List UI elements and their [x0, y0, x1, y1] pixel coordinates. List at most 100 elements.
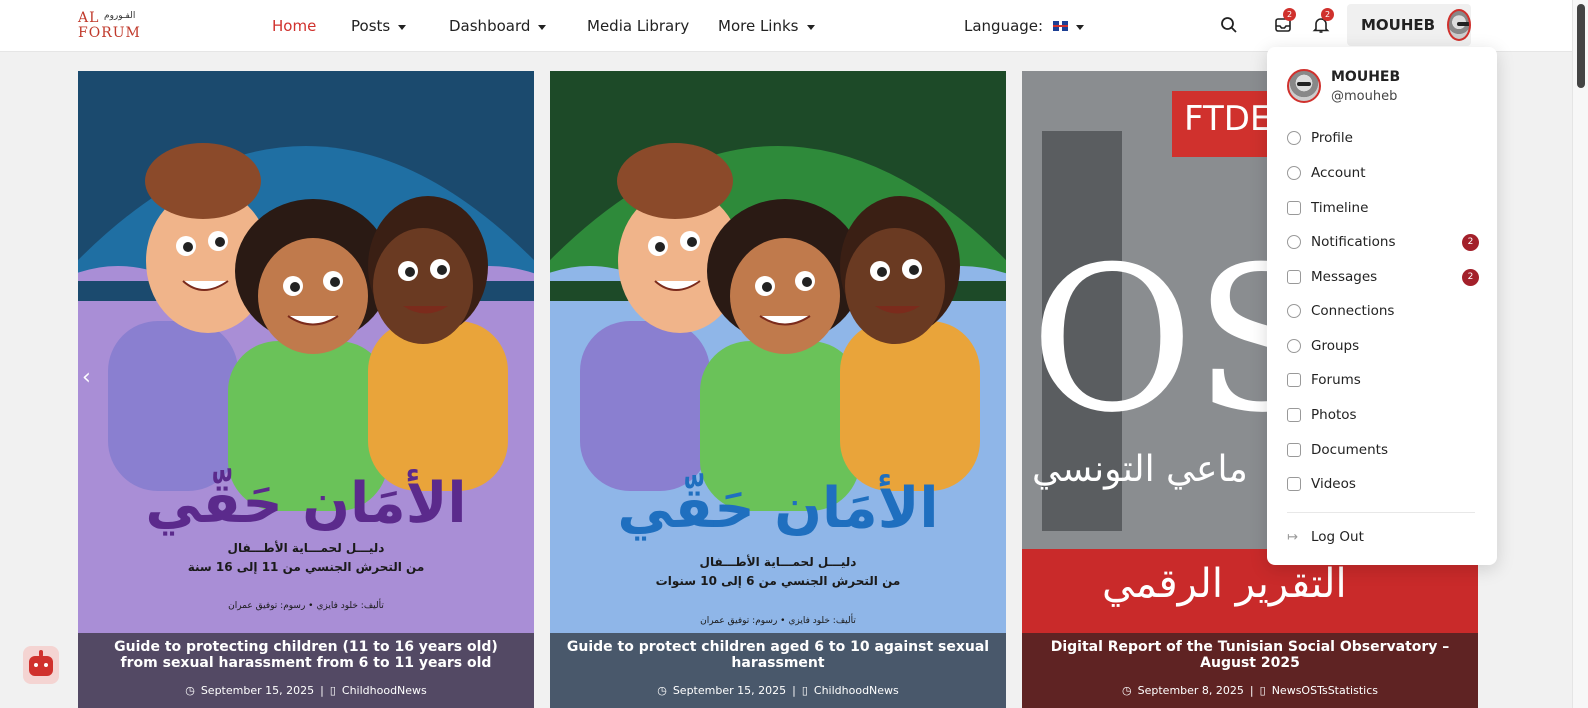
nav-home-label: Home — [272, 17, 317, 35]
nav-more-label: More Links — [718, 17, 799, 35]
menu-label: Profile — [1311, 130, 1353, 146]
bookmark-icon: ▯ — [801, 684, 808, 697]
chevron-down-icon — [1076, 24, 1085, 30]
account-icon — [1287, 166, 1301, 180]
cover-title: الأمَان حَقّي — [617, 476, 939, 541]
logout-icon: ↦ — [1287, 529, 1298, 545]
cover-subtitle: دليـــل لحمـــاية الأطـــفال — [227, 541, 385, 555]
dropdown-user-header[interactable]: MOUHEB @mouheb — [1287, 69, 1400, 104]
menu-item-groups[interactable]: Groups — [1287, 334, 1479, 358]
video-icon — [1287, 477, 1301, 491]
post-title[interactable]: Guide to protect children aged 6 to 10 a… — [566, 637, 990, 673]
logo-arabic: الفـوروم — [104, 11, 136, 21]
nav-media-library[interactable]: Media Library — [587, 0, 689, 52]
meta-divider: | — [792, 684, 796, 697]
chatbot-button[interactable] — [23, 646, 59, 684]
menu-item-documents[interactable]: Documents — [1287, 438, 1479, 462]
cover-title: الأمَان حَقّي — [145, 471, 467, 536]
menu-item-timeline[interactable]: Timeline — [1287, 196, 1479, 220]
menu-item-photos[interactable]: Photos — [1287, 403, 1479, 427]
menu-item-account[interactable]: Account — [1287, 161, 1479, 185]
chevron-left-icon[interactable]: ‹ — [82, 365, 91, 390]
cover-subtitle: دليـــل لحمـــاية الأطـــفال — [699, 555, 857, 569]
post-meta: ◷ September 15, 2025 | ▯ ChildhoodNews — [94, 684, 518, 697]
groups-icon — [1287, 339, 1301, 353]
notifications-count-badge: 2 — [1462, 233, 1479, 251]
clock-icon: ◷ — [185, 684, 195, 697]
bookmark-icon: ▯ — [329, 684, 336, 697]
menu-item-profile[interactable]: Profile — [1287, 126, 1479, 150]
site-logo[interactable]: AL الفـوروم FORUM — [78, 10, 144, 42]
post-category[interactable]: ChildhoodNews — [814, 684, 899, 697]
top-header: AL الفـوروم FORUM Home Posts Dashboard M… — [0, 0, 1572, 52]
meta-divider: | — [1249, 684, 1254, 697]
post-caption: Digital Report of the Tunisian Social Ob… — [1022, 633, 1478, 708]
post-category[interactable]: NewsOSTsStatistics — [1272, 684, 1378, 697]
post-caption: Guide to protecting children (11 to 16 y… — [78, 633, 534, 708]
post-category[interactable]: ChildhoodNews — [342, 684, 427, 697]
cover-credit: تأليف: خلود فايزي • رسوم: توفيق عمران — [700, 616, 856, 626]
search-icon — [1221, 17, 1237, 33]
post-cover-image — [550, 71, 1006, 708]
menu-label: Photos — [1311, 407, 1357, 423]
search-button[interactable] — [1214, 10, 1244, 40]
chevron-down-icon — [806, 24, 815, 30]
post-title[interactable]: Digital Report of the Tunisian Social Ob… — [1038, 637, 1462, 673]
nav-more-links[interactable]: More Links — [718, 0, 815, 52]
menu-item-connections[interactable]: Connections — [1287, 299, 1479, 323]
forums-icon — [1287, 373, 1301, 387]
post-title[interactable]: Guide to protecting children (11 to 16 y… — [94, 637, 518, 673]
menu-item-forums[interactable]: Forums — [1287, 368, 1479, 392]
nav-media-label: Media Library — [587, 17, 690, 35]
page-scrollbar[interactable] — [1572, 0, 1588, 708]
dropdown-user-name: MOUHEB — [1331, 69, 1401, 85]
bookmark-icon: ▯ — [1259, 684, 1266, 697]
menu-label: Messages — [1311, 269, 1378, 285]
post-card[interactable]: الأمَان حَقّي دليـــل لحمـــاية الأطـــف… — [550, 71, 1006, 708]
clock-icon: ◷ — [1122, 684, 1132, 697]
menu-label: Groups — [1311, 338, 1360, 354]
nav-posts-label: Posts — [351, 17, 391, 35]
post-meta: ◷ September 8, 2025 | ▯ NewsOSTsStatisti… — [1038, 684, 1462, 697]
logo-text-top: AL — [78, 10, 100, 26]
nav-posts[interactable]: Posts — [351, 0, 407, 52]
menu-label: Timeline — [1311, 200, 1369, 216]
folder-icon — [1287, 443, 1301, 457]
language-selector[interactable]: Language: — [964, 0, 1085, 52]
nav-home[interactable]: Home — [272, 0, 316, 52]
bell-icon — [1287, 235, 1301, 249]
menu-item-messages[interactable]: Messages 2 — [1287, 265, 1479, 289]
cover-subtitle-2: من التحرش الجنسي من 11 إلى 16 سنة — [187, 560, 425, 574]
notifications-button[interactable]: 2 — [1306, 8, 1336, 40]
post-caption: Guide to protect children aged 6 to 10 a… — [550, 633, 1006, 708]
chevron-down-icon — [398, 24, 407, 30]
connections-icon — [1287, 304, 1301, 318]
scrollbar-thumb[interactable] — [1577, 4, 1585, 88]
cover-credit: تأليف: خلود فايزي • رسوم: توفيق عمران — [228, 601, 384, 611]
post-date: September 8, 2025 — [1137, 684, 1244, 697]
nav-dashboard[interactable]: Dashboard — [449, 0, 547, 52]
user-name: MOUHEB — [1361, 16, 1436, 34]
robot-icon — [29, 656, 53, 676]
logo-text-bottom: FORUM — [78, 25, 141, 41]
cover-subtitle-2: من التحرش الجنسي من 6 إلى 10 سنوات — [655, 574, 901, 588]
messages-button[interactable]: 2 — [1268, 8, 1298, 40]
notifications-badge: 2 — [1321, 8, 1334, 21]
chevron-down-icon — [538, 24, 547, 30]
menu-label: Connections — [1311, 303, 1395, 319]
messages-badge: 2 — [1283, 8, 1296, 21]
menu-item-logout[interactable]: ↦ Log Out — [1287, 525, 1479, 549]
user-menu-button[interactable]: MOUHEB — [1347, 4, 1471, 46]
post-cover-image — [78, 71, 534, 708]
clock-icon: ◷ — [657, 684, 667, 697]
menu-item-videos[interactable]: Videos — [1287, 472, 1479, 496]
meta-divider: | — [320, 684, 324, 697]
cover-arabic: ماعي التونسي — [1032, 449, 1248, 490]
menu-item-notifications[interactable]: Notifications 2 — [1287, 230, 1479, 254]
post-date: September 15, 2025 — [200, 684, 315, 697]
post-card[interactable]: الأمَان حَقّي دليـــل لحمـــاية الأطـــف… — [78, 71, 534, 708]
post-meta: ◷ September 15, 2025 | ▯ ChildhoodNews — [566, 684, 990, 697]
menu-label: Forums — [1311, 372, 1361, 388]
avatar — [1447, 9, 1471, 41]
menu-label: Documents — [1311, 442, 1388, 458]
